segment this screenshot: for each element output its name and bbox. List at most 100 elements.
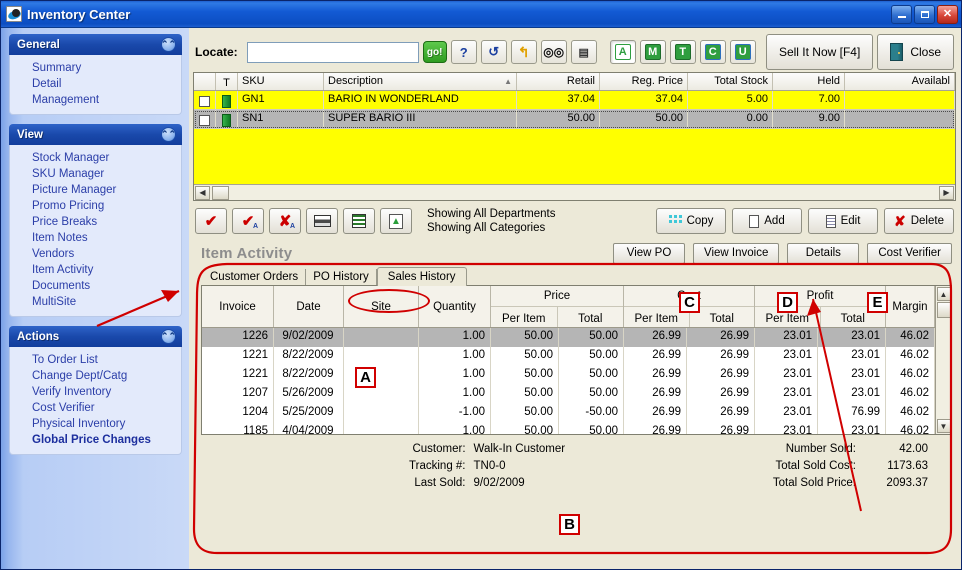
column-header-select[interactable] bbox=[194, 73, 216, 90]
column-header-price-per-item[interactable]: Per Item bbox=[491, 307, 558, 327]
scroll-up-icon[interactable]: ▲ bbox=[936, 287, 951, 301]
scroll-left-icon[interactable]: ◀ bbox=[195, 185, 210, 200]
column-header-site[interactable]: Site bbox=[344, 286, 419, 327]
preview-search-icon[interactable]: ▤ bbox=[570, 40, 597, 64]
tab-po-history[interactable]: PO History bbox=[306, 269, 377, 285]
sidebar-group-general-header[interactable]: General ⌃⌃ bbox=[9, 34, 182, 55]
cell-price-total: 50.00 bbox=[559, 385, 624, 404]
column-header-retail[interactable]: Retail bbox=[517, 73, 600, 90]
refresh-icon[interactable]: ↺ bbox=[480, 40, 507, 64]
column-header-price-total[interactable]: Total bbox=[558, 307, 624, 327]
window-controls: ✕ bbox=[891, 4, 958, 24]
sidebar-item-verify-inventory[interactable]: Verify Inventory bbox=[10, 384, 181, 400]
locate-input[interactable] bbox=[246, 41, 419, 63]
column-header-reg-price[interactable]: Reg. Price bbox=[600, 73, 688, 90]
column-header-invoice[interactable]: Invoice bbox=[202, 286, 274, 327]
row-checkbox[interactable] bbox=[194, 110, 216, 128]
table-row[interactable]: 1204 5/25/2009 -1.00 50.00 -50.00 26.99 … bbox=[202, 404, 935, 423]
jump-arrow-icon[interactable]: ↰ bbox=[510, 40, 537, 64]
column-header-margin[interactable]: Margin bbox=[886, 286, 935, 327]
column-header-sku[interactable]: SKU bbox=[238, 73, 324, 90]
summary-total-sold-cost-value: 1173.63 bbox=[887, 460, 928, 472]
cell-price-total: -50.00 bbox=[559, 404, 624, 423]
tab-customer-orders[interactable]: Customer Orders bbox=[203, 269, 307, 285]
sidebar-item-price-breaks[interactable]: Price Breaks bbox=[10, 214, 181, 230]
help-icon[interactable]: ? bbox=[450, 40, 477, 64]
table-row[interactable]: 1226 9/02/2009 1.00 50.00 50.00 26.99 26… bbox=[202, 328, 935, 347]
sidebar-group-actions-header[interactable]: Actions ⌃⌃ bbox=[9, 326, 182, 347]
filter-button-u[interactable]: U bbox=[729, 40, 756, 64]
chevron-up-icon[interactable]: ⌃⌃ bbox=[161, 37, 176, 52]
item-grid-horizontal-scrollbar[interactable]: ◀ ▶ bbox=[194, 184, 955, 200]
table-row[interactable]: 1207 5/26/2009 1.00 50.00 50.00 26.99 26… bbox=[202, 385, 935, 404]
filter-button-m[interactable]: M bbox=[639, 40, 666, 64]
sidebar-item-stock-manager[interactable]: Stock Manager bbox=[10, 150, 181, 166]
scroll-down-icon[interactable]: ▼ bbox=[936, 419, 951, 433]
tab-sales-history[interactable]: Sales History bbox=[376, 267, 467, 286]
column-header-quantity[interactable]: Quantity bbox=[419, 286, 491, 327]
sidebar-item-vendors[interactable]: Vendors bbox=[10, 246, 181, 262]
table-row[interactable]: 1221 8/22/2009 1.00 50.00 50.00 26.99 26… bbox=[202, 347, 935, 366]
list-icon[interactable] bbox=[343, 208, 375, 234]
edit-button[interactable]: Edit bbox=[808, 208, 878, 234]
filter-button-a[interactable]: A bbox=[609, 40, 636, 64]
view-invoice-button[interactable]: View Invoice bbox=[693, 242, 780, 264]
sidebar-item-picture-manager[interactable]: Picture Manager bbox=[10, 182, 181, 198]
sidebar-item-management[interactable]: Management bbox=[10, 92, 181, 108]
cell-reg-price: 37.04 bbox=[600, 91, 688, 109]
table-row[interactable]: 1221 8/22/2009 1.00 50.00 50.00 26.99 26… bbox=[202, 366, 935, 385]
cell-price-total: 50.00 bbox=[559, 423, 624, 434]
cost-verifier-button[interactable]: Cost Verifier bbox=[867, 242, 952, 264]
copy-button[interactable]: Copy bbox=[656, 208, 726, 234]
go-button[interactable]: go! bbox=[422, 41, 447, 63]
sidebar-group-view-header[interactable]: View ⌃⌃ bbox=[9, 124, 182, 145]
sidebar-item-global-price-changes[interactable]: Global Price Changes bbox=[10, 432, 181, 448]
column-header-description[interactable]: Description ▲ bbox=[324, 73, 517, 90]
scrollbar-thumb[interactable] bbox=[936, 302, 951, 318]
filter-button-t[interactable]: T bbox=[669, 40, 696, 64]
sidebar-item-item-activity[interactable]: Item Activity bbox=[10, 262, 181, 278]
close-button[interactable]: Close bbox=[877, 34, 954, 70]
minimize-button[interactable] bbox=[891, 4, 912, 24]
chevron-up-icon[interactable]: ⌃⌃ bbox=[161, 329, 176, 344]
table-row[interactable]: GN1 BARIO IN WONDERLAND 37.04 37.04 5.00… bbox=[194, 91, 955, 110]
maximize-button[interactable] bbox=[914, 4, 935, 24]
table-row[interactable]: SN1 SUPER BARIO III 50.00 50.00 0.00 9.0… bbox=[194, 110, 955, 129]
sidebar-item-promo-pricing[interactable]: Promo Pricing bbox=[10, 198, 181, 214]
sidebar-item-multisite[interactable]: MultiSite bbox=[10, 294, 181, 310]
sidebar-item-to-order-list[interactable]: To Order List bbox=[10, 352, 181, 368]
add-button[interactable]: Add bbox=[732, 208, 802, 234]
sidebar-item-cost-verifier[interactable]: Cost Verifier bbox=[10, 400, 181, 416]
column-header-type[interactable]: T bbox=[216, 73, 238, 90]
binoculars-icon[interactable]: ◎◎ bbox=[540, 40, 567, 64]
column-header-date[interactable]: Date bbox=[274, 286, 344, 327]
check-all-icon[interactable]: ✔ bbox=[195, 208, 227, 234]
uncheck-all-icon[interactable]: ✘ A bbox=[269, 208, 301, 234]
export-up-icon[interactable] bbox=[380, 208, 412, 234]
sidebar-item-detail[interactable]: Detail bbox=[10, 76, 181, 92]
sidebar-item-change-dept-catg[interactable]: Change Dept/Catg bbox=[10, 368, 181, 384]
column-header-available[interactable]: Availabl bbox=[845, 73, 955, 90]
table-row[interactable]: 1185 4/04/2009 1.00 50.00 50.00 26.99 26… bbox=[202, 423, 935, 434]
sort-ascending-icon: ▲ bbox=[504, 77, 512, 86]
sidebar-item-summary[interactable]: Summary bbox=[10, 60, 181, 76]
scroll-right-icon[interactable]: ▶ bbox=[939, 185, 954, 200]
sales-history-vertical-scrollbar[interactable]: ▲ ▼ bbox=[935, 286, 951, 434]
sell-it-now-button[interactable]: Sell It Now [F4] bbox=[765, 34, 874, 70]
column-header-held[interactable]: Held bbox=[773, 73, 845, 90]
row-checkbox[interactable] bbox=[194, 91, 216, 109]
check-all-a-icon[interactable]: ✔ A bbox=[232, 208, 264, 234]
print-icon[interactable] bbox=[306, 208, 338, 234]
close-window-button[interactable]: ✕ bbox=[937, 4, 958, 24]
sidebar-item-documents[interactable]: Documents bbox=[10, 278, 181, 294]
view-po-button[interactable]: View PO bbox=[613, 242, 685, 264]
filter-button-c[interactable]: C bbox=[699, 40, 726, 64]
chevron-up-icon[interactable]: ⌃⌃ bbox=[161, 127, 176, 142]
details-button[interactable]: Details bbox=[787, 242, 860, 264]
sidebar-item-physical-inventory[interactable]: Physical Inventory bbox=[10, 416, 181, 432]
sidebar-item-item-notes[interactable]: Item Notes bbox=[10, 230, 181, 246]
scrollbar-thumb[interactable] bbox=[212, 185, 229, 200]
delete-button[interactable]: ✘ Delete bbox=[884, 208, 954, 234]
column-header-total-stock[interactable]: Total Stock bbox=[688, 73, 773, 90]
sidebar-item-sku-manager[interactable]: SKU Manager bbox=[10, 166, 181, 182]
